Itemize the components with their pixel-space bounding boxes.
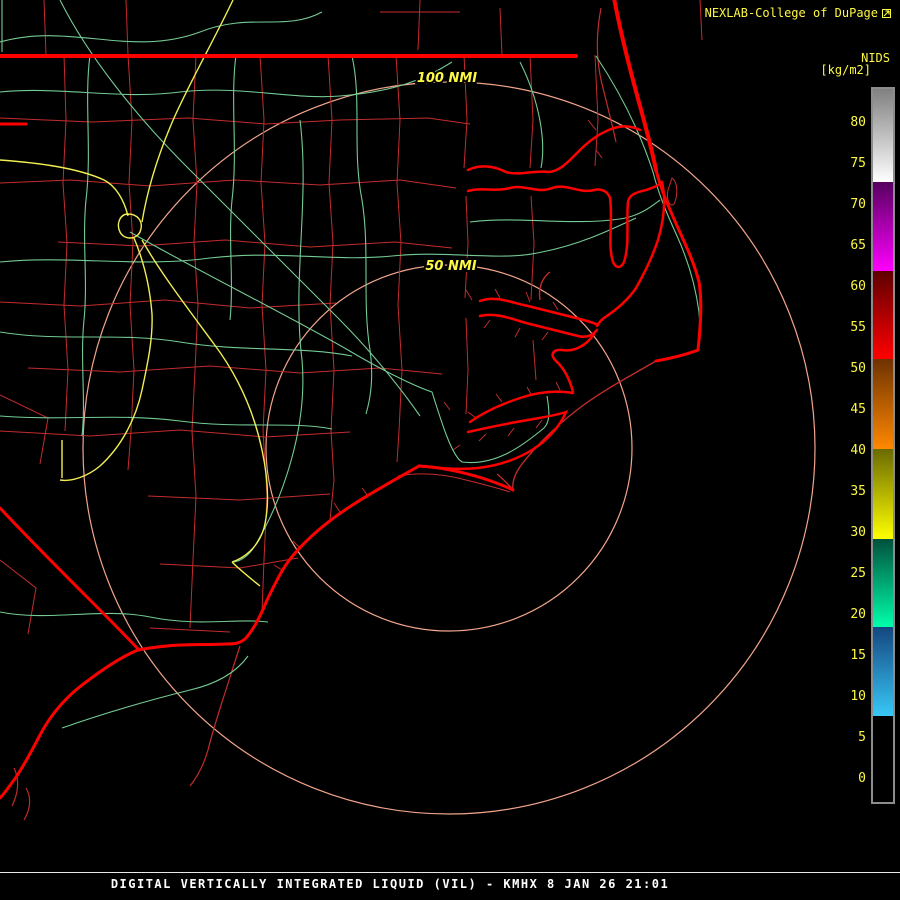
state-border-nc-sc xyxy=(0,506,141,652)
colorbar-tick-label: 50 xyxy=(850,361,866,376)
colorbar-tick-label: 55 xyxy=(850,320,866,335)
colorbar-tick-label: 10 xyxy=(850,689,866,704)
colorbar-segment xyxy=(873,359,893,449)
colorbar-tick-label: 5 xyxy=(858,730,866,745)
outer-banks xyxy=(612,0,658,172)
albemarle-sound-south-shore xyxy=(466,180,664,269)
product-title: DIGITAL VERTICALLY INTEGRATED LIQUID (VI… xyxy=(110,877,670,891)
colorbar-tick-label: 0 xyxy=(858,771,866,786)
colorbar-tick-label: 60 xyxy=(850,279,866,294)
colorbar xyxy=(871,87,895,804)
outer-banks-south xyxy=(654,168,703,363)
colorbar-tick-label: 40 xyxy=(850,443,866,458)
colorbar-tick-label: 70 xyxy=(850,197,866,212)
external-link-icon xyxy=(882,8,891,18)
legend-units: [kg/m2] xyxy=(820,63,871,77)
colorbar-segment xyxy=(873,449,893,539)
dare-mainland-shore xyxy=(595,180,666,328)
colorbar-segment xyxy=(873,627,893,716)
interstate-lines xyxy=(0,0,269,587)
attribution-text: NEXLAB-College of DuPage xyxy=(704,6,878,20)
attribution: NEXLAB-College of DuPage xyxy=(705,6,892,20)
pamlico-neuse-shore xyxy=(551,332,596,394)
colorbar-tick-label: 30 xyxy=(850,525,866,540)
colorbar-tick-label: 20 xyxy=(850,607,866,622)
range-ring-50nmi xyxy=(265,264,633,632)
colorbar-segment xyxy=(873,716,893,802)
colorbar-tick-label: 75 xyxy=(850,156,866,171)
footer-separator-line xyxy=(0,872,900,873)
legend-header: NIDS [kg/m2] xyxy=(820,52,890,76)
neuse-river xyxy=(417,390,575,471)
colorbar-tick-label: 15 xyxy=(850,648,866,663)
colorbar-tick-label: 25 xyxy=(850,566,866,581)
radar-map: 100 NMI 50 NMI xyxy=(0,0,816,821)
county-boundary-lines xyxy=(0,0,703,821)
colorbar-tick-label: 45 xyxy=(850,402,866,417)
colorbar-tick-label: 80 xyxy=(850,115,866,130)
colorbar-segment xyxy=(873,89,893,182)
radar-image: { "attribution": { "text": "NEXLAB-Colle… xyxy=(0,0,900,900)
colorbar-segment xyxy=(873,271,893,359)
colorbar-tick-label: 35 xyxy=(850,484,866,499)
south-coast xyxy=(0,464,421,800)
pamlico-river xyxy=(478,297,600,338)
colorbar-segment xyxy=(873,539,893,627)
colorbar-segment xyxy=(873,182,893,271)
range-ring-label-100nmi: 100 NMI xyxy=(417,71,477,86)
range-ring-label-50nmi: 50 NMI xyxy=(425,259,476,274)
colorbar-tick-label: 65 xyxy=(850,238,866,253)
road-lines xyxy=(0,0,701,729)
